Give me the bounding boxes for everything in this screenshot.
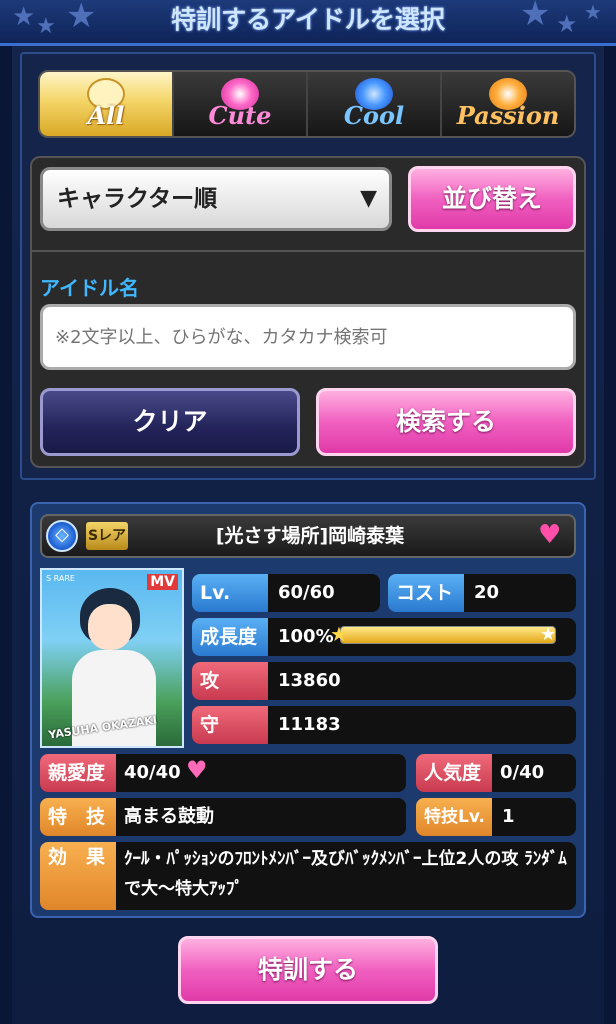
- sort-select-value: キャラクター順: [57, 186, 218, 212]
- skill-level-label: 特技Lv.: [416, 798, 492, 836]
- effect-description: ｸｰﾙ・ﾊﾟｯｼｮﾝのﾌﾛﾝﾄﾒﾝﾊﾞｰ及びﾊﾞｯｸﾒﾝﾊﾞｰ上位2人の攻 ﾗﾝ…: [124, 849, 567, 899]
- skill-level-value: 1: [502, 806, 515, 827]
- clear-button[interactable]: クリア: [40, 388, 300, 456]
- defense-value: 11183: [278, 714, 341, 735]
- skill-row: 特 技 高まる鼓動: [40, 798, 406, 836]
- growth-label: 成長度: [192, 618, 268, 656]
- cost-label: コスト: [388, 574, 464, 612]
- defense-label: 守: [192, 706, 268, 744]
- card-figure-face: [88, 604, 132, 650]
- title-bar: ★ ★ ★ 特訓するアイドルを選択 ★ ★ ★: [0, 0, 616, 46]
- growth-value: 100%: [278, 626, 334, 647]
- search-button[interactable]: 検索する: [316, 388, 576, 456]
- popularity-label: 人気度: [416, 754, 492, 792]
- train-button[interactable]: 特訓する: [178, 936, 438, 1004]
- star-decoration-icon: ★: [584, 0, 602, 24]
- card-rarity-mark: S RARE: [46, 574, 75, 583]
- page-title: 特訓するアイドルを選択: [171, 5, 445, 34]
- tab-all[interactable]: All: [40, 72, 174, 136]
- triangle-down-icon: ▼: [360, 186, 377, 211]
- tab-cute-label: Cute: [208, 101, 272, 130]
- star-decoration-icon: ★: [12, 2, 36, 32]
- affection-row: 親愛度 40/40 ♥: [40, 754, 406, 792]
- favorite-heart-icon[interactable]: ♥: [538, 520, 561, 550]
- tab-cool[interactable]: Cool: [308, 72, 442, 136]
- tab-all-label: All: [87, 101, 125, 130]
- star-decoration-icon: ★: [556, 10, 578, 38]
- cost-value: 20: [474, 582, 500, 603]
- effect-label: 効 果: [40, 842, 116, 910]
- mv-badge: MV: [147, 574, 178, 590]
- skill-level-row: 特技Lv. 1: [416, 798, 576, 836]
- popularity-row: 人気度 0/40: [416, 754, 576, 792]
- growth-progress-fill: [341, 627, 555, 643]
- tab-cool-label: Cool: [343, 101, 405, 130]
- star-decoration-icon: ★: [520, 0, 551, 34]
- attack-label: 攻: [192, 662, 268, 700]
- sort-button[interactable]: 並び替え: [408, 166, 576, 232]
- idol-card-name: [光さす場所]岡崎泰葉: [215, 525, 405, 547]
- popularity-value: 0/40: [500, 762, 545, 783]
- type-tabs: All Cute Cool Passion: [38, 70, 576, 138]
- star-decoration-icon: ★: [66, 0, 97, 36]
- growth-progress-bar: [340, 626, 556, 644]
- sort-select[interactable]: キャラクター順 ▼: [40, 167, 392, 231]
- skill-label: 特 技: [40, 798, 116, 836]
- level-label: Lv.: [192, 574, 268, 612]
- affection-heart-icon: ♥: [186, 756, 208, 784]
- defense-row: 守 11183: [192, 706, 576, 744]
- star-icon: ★: [330, 622, 348, 646]
- star-icon: ★: [540, 624, 557, 645]
- cost-row: コスト 20: [388, 574, 576, 612]
- tab-passion-label: Passion: [456, 101, 560, 130]
- idol-name-input[interactable]: [40, 304, 576, 370]
- affection-value: 40/40: [124, 762, 181, 783]
- star-decoration-icon: ★: [36, 14, 56, 39]
- cool-gem-icon: ◇: [46, 520, 78, 552]
- idol-name-label: アイドル名: [40, 276, 139, 300]
- skill-value: 高まる鼓動: [124, 806, 214, 827]
- level-row: Lv. 60/60: [192, 574, 380, 612]
- level-value: 60/60: [278, 582, 335, 603]
- attack-row: 攻 13860: [192, 662, 576, 700]
- idol-card-image[interactable]: MV S RARE YASUHA OKAZAKI: [40, 568, 184, 748]
- divider: [32, 250, 584, 252]
- rarity-badge: Sレア: [86, 522, 128, 550]
- attack-value: 13860: [278, 670, 341, 691]
- tab-cute[interactable]: Cute: [174, 72, 308, 136]
- affection-label: 親愛度: [40, 754, 116, 792]
- tab-passion[interactable]: Passion: [442, 72, 574, 136]
